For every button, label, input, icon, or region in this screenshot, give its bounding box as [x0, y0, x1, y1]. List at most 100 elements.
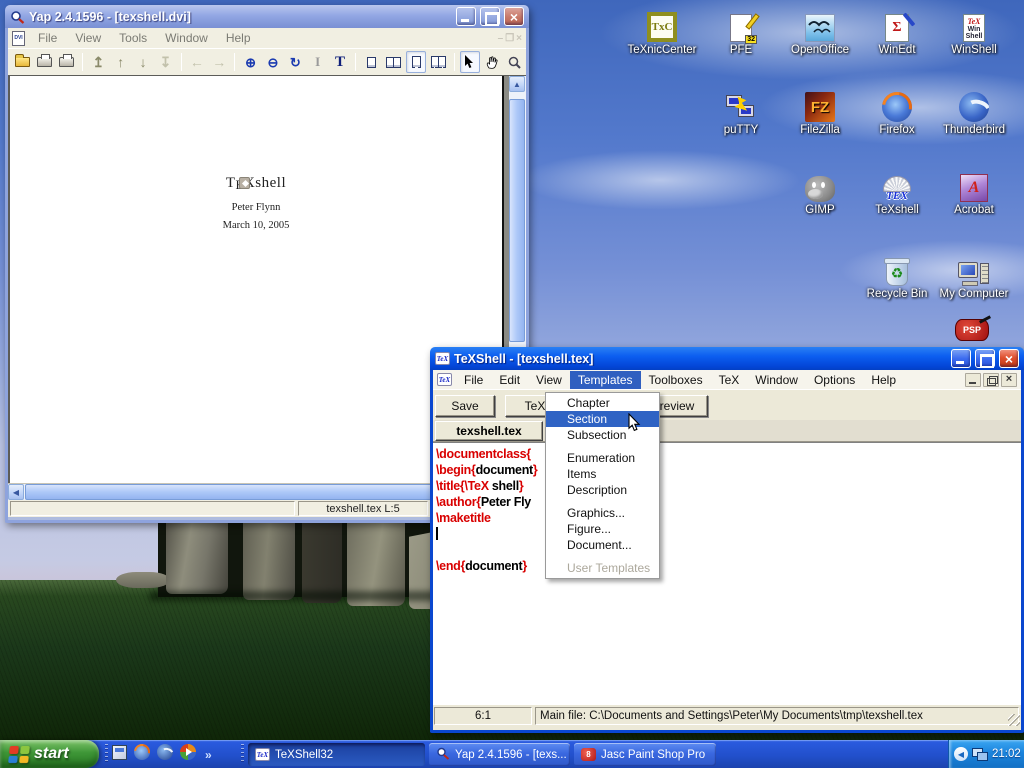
last-page-icon[interactable]: ↧: [155, 51, 175, 73]
desktop-icon-filezilla[interactable]: FZFileZilla: [781, 86, 859, 136]
resize-grip[interactable]: [1008, 714, 1020, 726]
menu-item-description[interactable]: Description: [546, 482, 659, 498]
texshell-titlebar[interactable]: TeX TeXShell - [texshell.tex] ×: [430, 347, 1024, 370]
paint-shop-pro-desktop-icon[interactable]: PSP: [955, 319, 989, 341]
editor-area[interactable]: \documentclass{\begin{document}\title{\T…: [433, 442, 1021, 705]
tab-texshell-tex[interactable]: texshell.tex: [435, 421, 543, 441]
texshell-minimize-button[interactable]: [951, 349, 971, 368]
taskbar-button-texshell32[interactable]: TeXTeXShell32: [248, 743, 425, 766]
print-icon[interactable]: [34, 51, 54, 73]
firefox-icon[interactable]: [134, 744, 150, 765]
yap-close-button[interactable]: ×: [504, 7, 524, 26]
magnifier-icon[interactable]: [505, 51, 525, 73]
hand-icon[interactable]: [482, 51, 502, 73]
select-arrow-icon[interactable]: [460, 51, 480, 73]
desktop-icon-texshell[interactable]: TEXTeXshell: [858, 166, 936, 216]
texshell-menu-window[interactable]: Window: [747, 371, 806, 389]
desktop-icon-pfe[interactable]: 32PFE: [702, 6, 780, 56]
texshell-menu-file[interactable]: File: [456, 371, 491, 389]
desktop-icon-putty[interactable]: puTTY: [702, 86, 780, 136]
desktop-icon-firefox[interactable]: Firefox: [858, 86, 936, 136]
tray-collapse-chevron-icon[interactable]: ◀: [954, 747, 968, 761]
mdi-close-icon[interactable]: ×: [516, 33, 522, 44]
menu-item-subsection[interactable]: Subsection: [546, 427, 659, 443]
texshell-menu-edit[interactable]: Edit: [491, 371, 528, 389]
yap-maximize-button[interactable]: [480, 7, 500, 26]
horizontal-scroll-thumb[interactable]: [25, 484, 449, 500]
texshell-maximize-button[interactable]: [975, 349, 995, 368]
texshell-menu-options[interactable]: Options: [806, 371, 863, 389]
menu-item-figure[interactable]: Figure...: [546, 521, 659, 537]
desktop-icon-winedt[interactable]: ΣWinEdt: [858, 6, 936, 56]
texshell-close-button[interactable]: ×: [999, 349, 1019, 368]
mdi-minimize-icon[interactable]: [965, 373, 981, 387]
refresh-icon[interactable]: ↻: [285, 51, 305, 73]
mdi-close-icon[interactable]: ×: [1001, 373, 1017, 387]
quick-launch-overflow-chevron[interactable]: »: [205, 748, 212, 762]
scroll-up-icon[interactable]: ▲: [509, 76, 525, 92]
desktop-icon-mycomputer[interactable]: My Computer: [935, 250, 1013, 300]
texshell-menu-help[interactable]: Help: [863, 371, 904, 389]
first-page-icon[interactable]: ↥: [88, 51, 108, 73]
zoom-out-icon[interactable]: ⊖: [263, 51, 283, 73]
next-page-icon[interactable]: ↓: [133, 51, 153, 73]
network-tray-icon[interactable]: [972, 747, 988, 761]
taskbar: start » TeXTeXShell32Yap 2.4.1596 - [tex…: [0, 740, 1024, 768]
desktop-icon-thunderbird[interactable]: Thunderbird: [935, 86, 1013, 136]
open-folder-icon[interactable]: [12, 51, 32, 73]
continuous-view-icon[interactable]: [406, 51, 426, 73]
taskbar-divider[interactable]: [105, 744, 108, 764]
desktop-icon-openoffice[interactable]: OpenOffice: [781, 6, 859, 56]
vertical-scroll-thumb[interactable]: [509, 99, 525, 342]
thunderbird-icon[interactable]: [157, 744, 173, 765]
menu-item-section[interactable]: Section: [546, 411, 659, 427]
desktop-icon-recyclebin[interactable]: ♻Recycle Bin: [858, 250, 936, 300]
desktop-icon-label: Firefox: [858, 124, 936, 136]
mdi-restore-icon[interactable]: ❒: [505, 33, 514, 44]
texshell-menu-view[interactable]: View: [528, 371, 570, 389]
taskbar-button-yap-2-4-1596-texs[interactable]: Yap 2.4.1596 - [texs...: [429, 743, 570, 766]
yap-titlebar[interactable]: Yap 2.4.1596 - [texshell.dvi] ×: [5, 5, 529, 28]
menu-item-chapter[interactable]: Chapter: [546, 395, 659, 411]
scroll-left-icon[interactable]: ◀: [8, 484, 24, 500]
save-button[interactable]: Save: [435, 395, 495, 417]
ruler-icon[interactable]: I: [308, 51, 328, 73]
texshell-menu-tex[interactable]: TeX: [711, 371, 748, 389]
zoom-in-icon[interactable]: ⊕: [240, 51, 260, 73]
menu-item-items[interactable]: Items: [546, 466, 659, 482]
yap-minimize-button[interactable]: [456, 7, 476, 26]
menu-item-graphics[interactable]: Graphics...: [546, 505, 659, 521]
menu-item-enumeration[interactable]: Enumeration: [546, 450, 659, 466]
toolbar-separator: [355, 53, 356, 71]
taskbar-divider[interactable]: [241, 744, 244, 764]
desktop-icon-acrobat[interactable]: AAcrobat: [935, 166, 1013, 216]
yap-menu-help[interactable]: Help: [217, 29, 260, 47]
single-page-icon[interactable]: [361, 51, 381, 73]
prev-page-icon[interactable]: ↑: [111, 51, 131, 73]
mdi-restore-icon[interactable]: [983, 373, 999, 387]
print-all-icon[interactable]: [57, 51, 77, 73]
start-button[interactable]: start: [0, 740, 99, 768]
taskbar-button-jasc-paint-shop-pro[interactable]: 8Jasc Paint Shop Pro: [574, 743, 716, 766]
yap-menu-file[interactable]: File: [29, 29, 66, 47]
texshell-menu-toolboxes[interactable]: Toolboxes: [641, 371, 711, 389]
mdi-minimize-icon[interactable]: –: [498, 33, 504, 44]
dvi-document-icon: DVI: [12, 31, 25, 46]
desktop-icon-texniccenter[interactable]: TxCTeXnicCenter: [623, 6, 701, 56]
facing-continuous-icon[interactable]: [428, 51, 448, 73]
yap-menu-tools[interactable]: Tools: [110, 29, 156, 47]
back-icon[interactable]: ←: [187, 51, 207, 73]
forward-icon[interactable]: →: [209, 51, 229, 73]
show-desktop-icon[interactable]: [112, 745, 127, 765]
facing-pages-icon[interactable]: [384, 51, 404, 73]
text-mode-icon[interactable]: T: [330, 51, 350, 73]
yap-menu-window[interactable]: Window: [156, 29, 217, 47]
texshell-menu-templates[interactable]: Templates: [570, 371, 641, 389]
media-player-icon[interactable]: [180, 744, 196, 765]
menu-item-document[interactable]: Document...: [546, 537, 659, 553]
desktop-icon-winshell[interactable]: TeXWinShellWinShell: [935, 6, 1013, 56]
winedt-icon: Σ: [858, 6, 936, 42]
desktop-icon-label: My Computer: [935, 288, 1013, 300]
yap-menu-view[interactable]: View: [66, 29, 110, 47]
desktop-icon-gimp[interactable]: GIMP: [781, 166, 859, 216]
